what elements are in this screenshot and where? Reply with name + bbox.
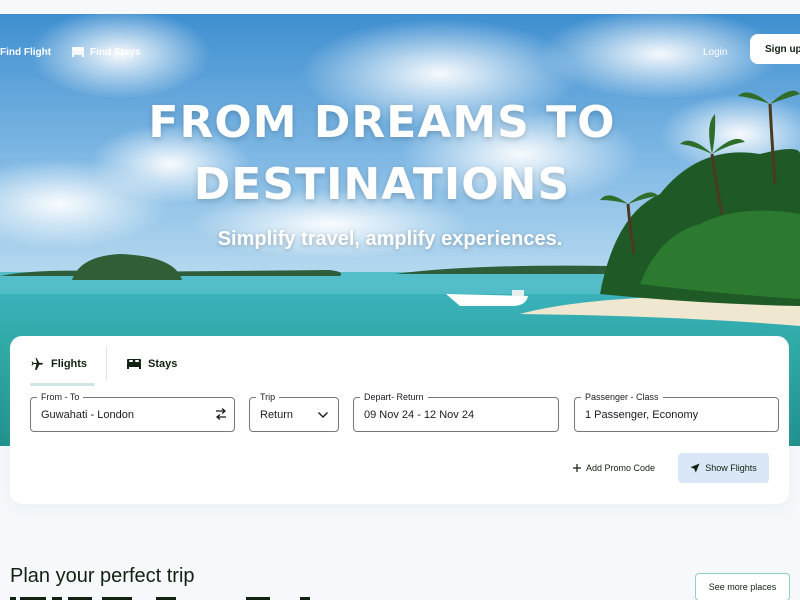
from-to-value: Guwahati - London [41,409,134,421]
login-link[interactable]: Login [703,42,727,62]
nav-find-stays-label: Find Stays [90,46,141,58]
top-navigation: Find Flight Find Stays Login Sign up [0,14,800,64]
trip-select[interactable]: Trip Return [249,391,339,432]
airplane-icon [31,358,43,370]
active-tab-indicator [30,383,95,386]
signup-label: Sign up [765,43,800,55]
search-card: Flights Stays From - To Guwahati - Londo… [10,336,789,504]
swap-icon[interactable] [214,407,228,421]
show-flights-button[interactable]: Show Flights [678,453,769,483]
tab-stays[interactable]: Stays [127,352,177,376]
show-flights-label: Show Flights [705,463,757,473]
login-label: Login [703,46,728,58]
tab-flights-label: Flights [51,358,88,370]
nav-find-flight[interactable]: Find Flight [0,42,51,62]
see-more-places-label: See more places [708,582,777,592]
bed-icon [127,359,141,369]
nav-find-flight-label: Find Flight [0,46,52,58]
tab-divider [106,346,107,380]
see-more-places-button[interactable]: See more places [695,573,790,600]
chevron-down-icon [318,412,328,418]
trip-label: Trip [256,391,280,403]
from-to-label: From - To [37,391,84,403]
send-icon [690,463,700,473]
signup-button[interactable]: Sign up [750,34,800,64]
hero-subtitle: Simplify travel, amplify experiences. [217,228,563,250]
add-promo-code-button[interactable]: Add Promo Code [573,460,655,476]
passenger-class-value: 1 Passenger, Economy [585,409,699,421]
tab-stays-label: Stays [148,358,178,370]
nav-find-stays[interactable]: Find Stays [72,42,141,62]
hero-title-line-1: FROM DREAMS TO [148,97,616,148]
section-title: Plan your perfect trip [10,565,195,587]
depart-return-value: 09 Nov 24 - 12 Nov 24 [364,409,475,421]
plus-icon [573,464,581,472]
depart-return-label: Depart- Return [360,391,428,403]
hero-title-line-2: DESTINATIONS [193,159,571,210]
passenger-class-field[interactable]: Passenger - Class 1 Passenger, Economy [574,391,779,432]
add-promo-code-label: Add Promo Code [586,463,656,473]
bed-icon [72,47,84,57]
tab-flights[interactable]: Flights [30,352,87,376]
passenger-class-label: Passenger - Class [581,391,663,403]
from-to-field[interactable]: From - To Guwahati - London [30,391,235,432]
trip-value: Return [260,409,294,421]
hero-title: FROM DREAMS TO DESTINATIONS [0,92,764,216]
depart-return-field[interactable]: Depart- Return 09 Nov 24 - 12 Nov 24 [353,391,559,432]
